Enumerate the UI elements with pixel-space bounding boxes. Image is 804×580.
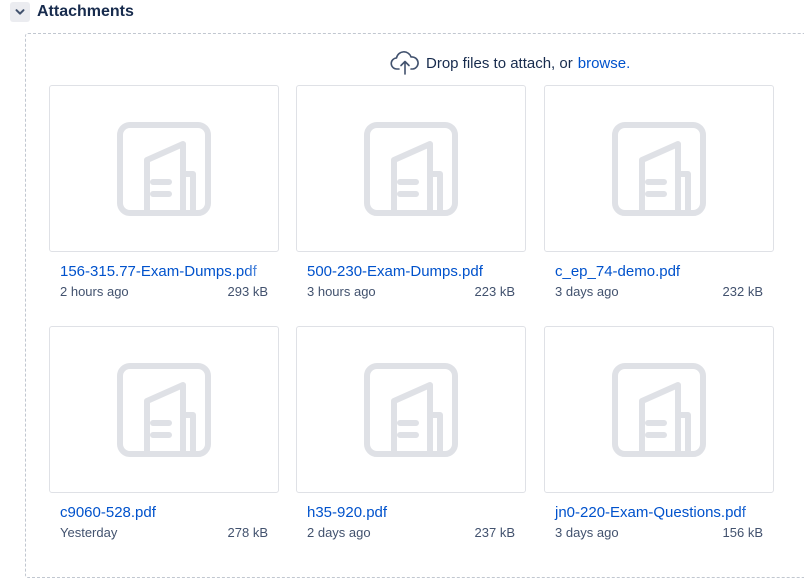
attachment-thumbnail[interactable] bbox=[544, 326, 774, 493]
attachment-thumbnail[interactable] bbox=[49, 326, 279, 493]
attachment-size: 223 kB bbox=[474, 284, 515, 299]
attachment-card[interactable]: 156-315.77-Exam-Dumps.pdf 2 hours ago 293 … bbox=[49, 85, 279, 301]
attachments-section-header[interactable]: Attachments bbox=[10, 0, 134, 24]
attachment-card[interactable]: h35-920.pdf 2 days ago 237 kB bbox=[296, 326, 526, 542]
attachment-card[interactable]: jn0-220-Exam-Questions.pdf 3 days ago 156 … bbox=[544, 326, 774, 542]
attachment-meta: 3 days ago 156 kB bbox=[544, 524, 774, 542]
attachment-filename[interactable]: h35-920.pdf bbox=[296, 503, 526, 523]
attachment-size: 237 kB bbox=[474, 525, 515, 540]
attachment-time: 2 days ago bbox=[307, 525, 371, 540]
attachment-meta: 2 days ago 237 kB bbox=[296, 524, 526, 542]
document-icon bbox=[117, 121, 211, 216]
attachment-thumbnail[interactable] bbox=[296, 326, 526, 493]
attachment-card[interactable]: c_ep_74-demo.pdf 3 days ago 232 kB bbox=[544, 85, 774, 301]
attachment-time: 3 days ago bbox=[555, 284, 619, 299]
attachment-filename[interactable]: c_ep_74-demo.pdf bbox=[544, 262, 774, 282]
attachment-filename[interactable]: c9060-528.pdf bbox=[49, 503, 279, 523]
attachment-card[interactable]: c9060-528.pdf Yesterday 278 kB bbox=[49, 326, 279, 542]
attachment-meta: 3 hours ago 223 kB bbox=[296, 283, 526, 301]
document-icon bbox=[117, 362, 211, 457]
attachment-size: 278 kB bbox=[227, 525, 268, 540]
drop-message-text: Drop files to attach, or bbox=[426, 54, 573, 72]
section-title: Attachments bbox=[37, 3, 134, 20]
attachment-filename[interactable]: 500-230-Exam-Dumps.pdf bbox=[296, 262, 526, 282]
document-icon bbox=[612, 121, 706, 216]
attachment-size: 293 kB bbox=[227, 284, 268, 299]
attachment-filename[interactable]: 156-315.77-Exam-Dumps.pdf bbox=[49, 262, 279, 282]
document-icon bbox=[364, 121, 458, 216]
attachment-meta: 3 days ago 232 kB bbox=[544, 283, 774, 301]
attachment-size: 156 kB bbox=[722, 525, 763, 540]
attachment-card[interactable]: 500-230-Exam-Dumps.pdf 3 hours ago 223 kB bbox=[296, 85, 526, 301]
attachment-time: Yesterday bbox=[60, 525, 118, 540]
attachment-thumbnail[interactable] bbox=[49, 85, 279, 252]
cloud-upload-icon bbox=[390, 51, 419, 75]
attachment-filename[interactable]: jn0-220-Exam-Questions.pdf bbox=[544, 503, 774, 523]
collapse-toggle[interactable] bbox=[10, 2, 30, 22]
drop-message: Drop files to attach, or browse. bbox=[390, 50, 630, 76]
attachment-time: 2 hours ago bbox=[60, 284, 129, 299]
attachment-size: 232 kB bbox=[722, 284, 763, 299]
attachment-meta: Yesterday 278 kB bbox=[49, 524, 279, 542]
attachment-time: 3 hours ago bbox=[307, 284, 376, 299]
attachment-thumbnail[interactable] bbox=[296, 85, 526, 252]
attachment-thumbnail[interactable] bbox=[544, 85, 774, 252]
chevron-down-icon bbox=[15, 9, 25, 15]
document-icon bbox=[612, 362, 706, 457]
attachment-meta: 2 hours ago 293 kB bbox=[49, 283, 279, 301]
attachment-time: 3 days ago bbox=[555, 525, 619, 540]
browse-link[interactable]: browse. bbox=[578, 55, 631, 72]
document-icon bbox=[364, 362, 458, 457]
